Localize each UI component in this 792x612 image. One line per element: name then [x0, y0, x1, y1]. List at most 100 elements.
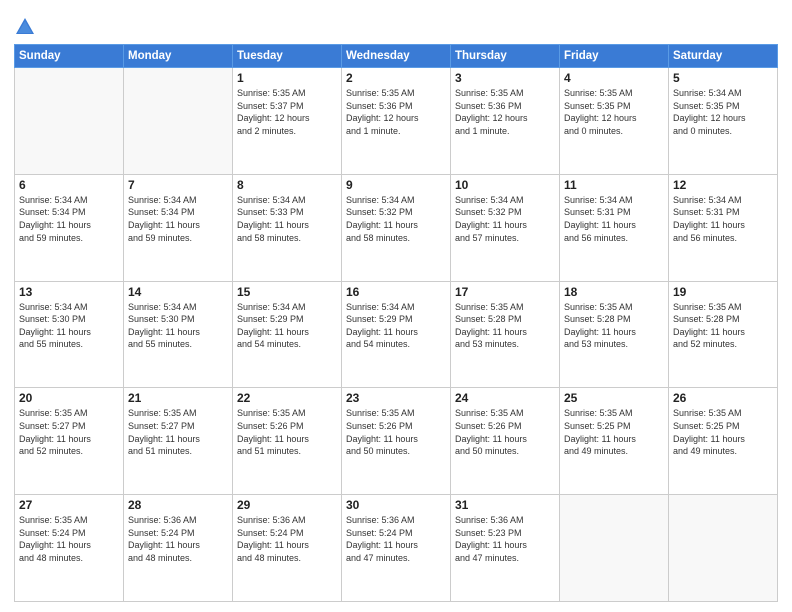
- day-number: 25: [564, 391, 664, 405]
- calendar-week-0: 1Sunrise: 5:35 AMSunset: 5:37 PMDaylight…: [15, 68, 778, 175]
- calendar-cell: 10 Sunrise: 5:34 AMSunset: 5:32 PMDayligh…: [451, 174, 560, 281]
- cell-content: Sunrise: 5:34 AMSunset: 5:30 PMDaylight:…: [19, 301, 119, 351]
- day-number: 31: [455, 498, 555, 512]
- day-number: 1: [237, 71, 337, 85]
- day-number: 29: [237, 498, 337, 512]
- day-number: 28: [128, 498, 228, 512]
- calendar-day-header-sunday: Sunday: [15, 45, 124, 68]
- cell-content: Sunrise: 5:35 AMSunset: 5:36 PMDaylight:…: [346, 87, 446, 137]
- header: [14, 10, 778, 38]
- cell-content: Sunrise: 5:35 AMSunset: 5:24 PMDaylight:…: [19, 514, 119, 564]
- cell-content: Sunrise: 5:35 AMSunset: 5:28 PMDaylight:…: [455, 301, 555, 351]
- calendar-cell: 18 Sunrise: 5:35 AMSunset: 5:28 PMDayligh…: [560, 281, 669, 388]
- day-number: 2: [346, 71, 446, 85]
- day-number: 13: [19, 285, 119, 299]
- day-number: 18: [564, 285, 664, 299]
- cell-content: Sunrise: 5:35 AMSunset: 5:27 PMDaylight:…: [128, 407, 228, 457]
- cell-content: Sunrise: 5:35 AMSunset: 5:26 PMDaylight:…: [237, 407, 337, 457]
- cell-content: Sunrise: 5:35 AMSunset: 5:36 PMDaylight:…: [455, 87, 555, 137]
- calendar-cell: 24 Sunrise: 5:35 AMSunset: 5:26 PMDayligh…: [451, 388, 560, 495]
- day-number: 26: [673, 391, 773, 405]
- day-number: 11: [564, 178, 664, 192]
- day-number: 23: [346, 391, 446, 405]
- calendar-cell: [124, 68, 233, 175]
- cell-content: Sunrise: 5:34 AMSunset: 5:32 PMDaylight:…: [455, 194, 555, 244]
- calendar-cell: 20Sunrise: 5:35 AMSunset: 5:27 PMDayligh…: [15, 388, 124, 495]
- calendar-week-1: 6 Sunrise: 5:34 AMSunset: 5:34 PMDaylight…: [15, 174, 778, 281]
- calendar-cell: 23 Sunrise: 5:35 AMSunset: 5:26 PMDayligh…: [342, 388, 451, 495]
- calendar-day-header-tuesday: Tuesday: [233, 45, 342, 68]
- cell-content: Sunrise: 5:35 AMSunset: 5:28 PMDaylight:…: [564, 301, 664, 351]
- calendar-cell: 3 Sunrise: 5:35 AMSunset: 5:36 PMDaylight…: [451, 68, 560, 175]
- calendar-day-header-saturday: Saturday: [669, 45, 778, 68]
- calendar-cell: 4 Sunrise: 5:35 AMSunset: 5:35 PMDaylight…: [560, 68, 669, 175]
- cell-content: Sunrise: 5:35 AMSunset: 5:28 PMDaylight:…: [673, 301, 773, 351]
- cell-content: Sunrise: 5:34 AMSunset: 5:32 PMDaylight:…: [346, 194, 446, 244]
- calendar-day-header-wednesday: Wednesday: [342, 45, 451, 68]
- page: SundayMondayTuesdayWednesdayThursdayFrid…: [0, 0, 792, 612]
- logo: [14, 14, 39, 38]
- day-number: 30: [346, 498, 446, 512]
- calendar-cell: 27Sunrise: 5:35 AMSunset: 5:24 PMDayligh…: [15, 495, 124, 602]
- day-number: 5: [673, 71, 773, 85]
- cell-content: Sunrise: 5:35 AMSunset: 5:26 PMDaylight:…: [346, 407, 446, 457]
- day-number: 8: [237, 178, 337, 192]
- calendar-cell: 30 Sunrise: 5:36 AMSunset: 5:24 PMDayligh…: [342, 495, 451, 602]
- calendar-cell: 25 Sunrise: 5:35 AMSunset: 5:25 PMDayligh…: [560, 388, 669, 495]
- calendar-cell: 7 Sunrise: 5:34 AMSunset: 5:34 PMDaylight…: [124, 174, 233, 281]
- day-number: 16: [346, 285, 446, 299]
- cell-content: Sunrise: 5:36 AMSunset: 5:24 PMDaylight:…: [346, 514, 446, 564]
- calendar-cell: 6 Sunrise: 5:34 AMSunset: 5:34 PMDaylight…: [15, 174, 124, 281]
- day-number: 9: [346, 178, 446, 192]
- cell-content: Sunrise: 5:34 AMSunset: 5:30 PMDaylight:…: [128, 301, 228, 351]
- calendar-day-header-friday: Friday: [560, 45, 669, 68]
- calendar-cell: 31 Sunrise: 5:36 AMSunset: 5:23 PMDayligh…: [451, 495, 560, 602]
- calendar-header: SundayMondayTuesdayWednesdayThursdayFrid…: [15, 45, 778, 68]
- calendar-cell: [15, 68, 124, 175]
- calendar-week-4: 27Sunrise: 5:35 AMSunset: 5:24 PMDayligh…: [15, 495, 778, 602]
- cell-content: Sunrise: 5:35 AMSunset: 5:26 PMDaylight:…: [455, 407, 555, 457]
- calendar-cell: 13 Sunrise: 5:34 AMSunset: 5:30 PMDayligh…: [15, 281, 124, 388]
- day-number: 3: [455, 71, 555, 85]
- calendar-cell: 2 Sunrise: 5:35 AMSunset: 5:36 PMDaylight…: [342, 68, 451, 175]
- day-number: 17: [455, 285, 555, 299]
- day-number: 10: [455, 178, 555, 192]
- day-number: 20: [19, 391, 119, 405]
- calendar-cell: [560, 495, 669, 602]
- calendar-day-header-thursday: Thursday: [451, 45, 560, 68]
- calendar-day-header-monday: Monday: [124, 45, 233, 68]
- cell-content: Sunrise: 5:35 AMSunset: 5:35 PMDaylight:…: [564, 87, 664, 137]
- cell-content: Sunrise: 5:34 AMSunset: 5:31 PMDaylight:…: [673, 194, 773, 244]
- cell-content: Sunrise: 5:34 AMSunset: 5:35 PMDaylight:…: [673, 87, 773, 137]
- calendar-cell: 22Sunrise: 5:35 AMSunset: 5:26 PMDayligh…: [233, 388, 342, 495]
- day-number: 4: [564, 71, 664, 85]
- day-number: 24: [455, 391, 555, 405]
- calendar-table: SundayMondayTuesdayWednesdayThursdayFrid…: [14, 44, 778, 602]
- cell-content: Sunrise: 5:34 AMSunset: 5:31 PMDaylight:…: [564, 194, 664, 244]
- day-number: 6: [19, 178, 119, 192]
- calendar-cell: [669, 495, 778, 602]
- calendar-cell: 11 Sunrise: 5:34 AMSunset: 5:31 PMDayligh…: [560, 174, 669, 281]
- cell-content: Sunrise: 5:35 AMSunset: 5:25 PMDaylight:…: [564, 407, 664, 457]
- calendar-cell: 26 Sunrise: 5:35 AMSunset: 5:25 PMDayligh…: [669, 388, 778, 495]
- calendar-cell: 17 Sunrise: 5:35 AMSunset: 5:28 PMDayligh…: [451, 281, 560, 388]
- cell-content: Sunrise: 5:35 AMSunset: 5:25 PMDaylight:…: [673, 407, 773, 457]
- calendar-cell: 28Sunrise: 5:36 AMSunset: 5:24 PMDayligh…: [124, 495, 233, 602]
- calendar-cell: 1Sunrise: 5:35 AMSunset: 5:37 PMDaylight…: [233, 68, 342, 175]
- calendar-cell: 21Sunrise: 5:35 AMSunset: 5:27 PMDayligh…: [124, 388, 233, 495]
- day-number: 12: [673, 178, 773, 192]
- day-number: 15: [237, 285, 337, 299]
- cell-content: Sunrise: 5:34 AMSunset: 5:34 PMDaylight:…: [128, 194, 228, 244]
- calendar-week-3: 20 Sunrise: 5:35 AMSunset: 5:27 PMDayligh…: [15, 388, 778, 495]
- cell-content: Sunrise: 5:36 AMSunset: 5:23 PMDaylight:…: [455, 514, 555, 564]
- cell-content: Sunrise: 5:36 AMSunset: 5:24 PMDaylight:…: [237, 514, 337, 564]
- day-number: 14: [128, 285, 228, 299]
- day-number: 7: [128, 178, 228, 192]
- calendar-week-2: 13 Sunrise: 5:34 AMSunset: 5:30 PMDayligh…: [15, 281, 778, 388]
- cell-content: Sunrise: 5:34 AMSunset: 5:34 PMDaylight:…: [19, 194, 119, 244]
- calendar-cell: 9 Sunrise: 5:34 AMSunset: 5:32 PMDaylight…: [342, 174, 451, 281]
- calendar-cell: 16 Sunrise: 5:34 AMSunset: 5:29 PMDayligh…: [342, 281, 451, 388]
- calendar-cell: 19Sunrise: 5:35 AMSunset: 5:28 PMDayligh…: [669, 281, 778, 388]
- cell-content: Sunrise: 5:34 AMSunset: 5:29 PMDaylight:…: [346, 301, 446, 351]
- calendar-cell: 29 Sunrise: 5:36 AMSunset: 5:24 PMDayligh…: [233, 495, 342, 602]
